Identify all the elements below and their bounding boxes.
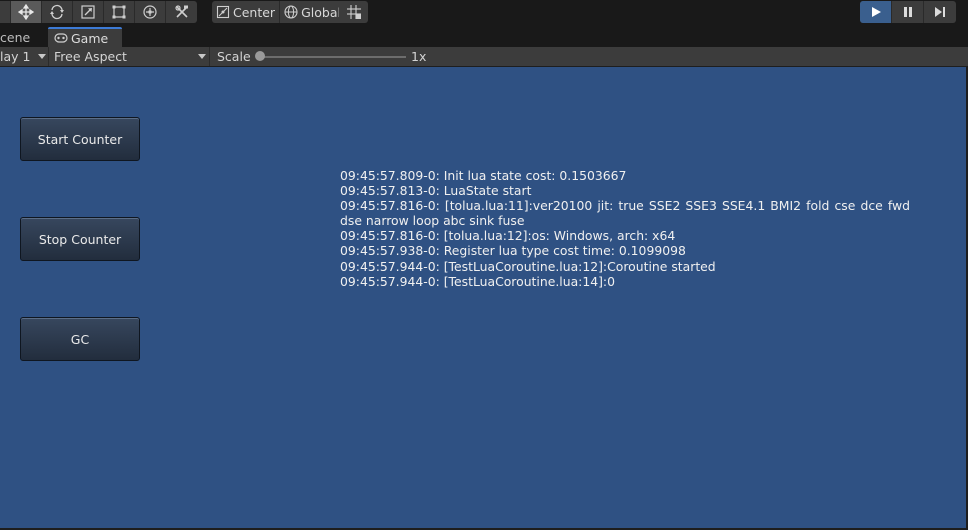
rotate-tool-button[interactable] bbox=[42, 1, 73, 23]
start-counter-button[interactable]: Start Counter bbox=[20, 117, 140, 161]
tool-group bbox=[0, 1, 197, 23]
scale-slider-track[interactable] bbox=[258, 56, 406, 58]
pivot-global-toggle[interactable]: Global bbox=[280, 1, 345, 23]
scale-tool-icon bbox=[81, 5, 95, 19]
game-view: Start Counter Stop Counter GC 09:45:57.8… bbox=[0, 67, 966, 528]
game-view-controls: lay 1 Free Aspect Scale 1x bbox=[0, 47, 968, 66]
transform-tool-icon bbox=[143, 5, 157, 19]
aspect-dropdown[interactable]: Free Aspect bbox=[49, 47, 210, 66]
view-tab-strip: cene Game bbox=[0, 27, 968, 48]
rect-tool-icon bbox=[112, 5, 126, 19]
step-icon bbox=[935, 7, 945, 17]
pivot-center-icon bbox=[216, 5, 230, 19]
display-dropdown[interactable]: lay 1 bbox=[0, 47, 49, 66]
pivot-center-toggle[interactable]: Center bbox=[212, 1, 281, 23]
custom-tool-button[interactable] bbox=[166, 1, 197, 23]
log-line: 09:45:57.816-0: [tolua.lua:12]:os: Windo… bbox=[340, 228, 676, 244]
step-button[interactable] bbox=[924, 1, 956, 23]
pause-button[interactable] bbox=[892, 1, 924, 23]
pivot-global-label: Global bbox=[301, 4, 341, 20]
log-line: 09:45:57.944-0: [TestLuaCoroutine.lua:12… bbox=[340, 258, 716, 274]
pivot-group: Center Global bbox=[212, 1, 345, 23]
globe-icon bbox=[284, 5, 298, 19]
scale-value: 1x bbox=[411, 49, 427, 64]
transform-tool-button[interactable] bbox=[135, 1, 166, 23]
pause-icon bbox=[903, 7, 912, 17]
log-line: 09:45:57.938-0: Register lua type cost t… bbox=[340, 243, 686, 259]
play-icon bbox=[871, 7, 881, 17]
log-line: 09:45:57.816-0: [tolua.lua:11]:ver20100 … bbox=[340, 198, 910, 229]
log-line: 09:45:57.809-0: Init lua state cost: 0.1… bbox=[340, 168, 627, 183]
tab-scene-label: cene bbox=[0, 29, 31, 45]
log-line: 09:45:57.944-0: [TestLuaCoroutine.lua:14… bbox=[340, 273, 615, 289]
pivot-center-label: Center bbox=[233, 4, 276, 20]
console-log: 09:45:57.809-0: Init lua state cost: 0.1… bbox=[340, 168, 910, 289]
grid-snap-button[interactable] bbox=[339, 1, 368, 23]
display-label: lay 1 bbox=[0, 49, 31, 64]
chevron-down-icon bbox=[38, 54, 46, 59]
play-button[interactable] bbox=[860, 1, 892, 23]
scale-tool-button[interactable] bbox=[73, 1, 104, 23]
tab-game-label: Game bbox=[71, 30, 109, 46]
gamepad-icon bbox=[54, 33, 68, 43]
playmode-group bbox=[860, 1, 956, 23]
rotate-tool-icon bbox=[50, 4, 64, 20]
tab-game[interactable]: Game bbox=[48, 27, 122, 47]
main-toolbar: Center Global bbox=[0, 0, 968, 27]
grid-snap-icon bbox=[346, 5, 361, 19]
gc-button[interactable]: GC bbox=[20, 317, 140, 361]
log-line: 09:45:57.813-0: LuaState start bbox=[340, 183, 532, 199]
rect-tool-button[interactable] bbox=[104, 1, 135, 23]
chevron-down-icon bbox=[198, 54, 206, 59]
aspect-label: Free Aspect bbox=[54, 49, 127, 64]
tab-scene[interactable]: cene bbox=[0, 27, 46, 47]
custom-tool-icon bbox=[174, 5, 188, 18]
scale-label: Scale bbox=[217, 49, 251, 64]
hand-tool-icon bbox=[0, 4, 3, 20]
scale-slider-handle[interactable] bbox=[255, 51, 265, 61]
hand-tool-button[interactable] bbox=[0, 1, 11, 23]
stop-counter-button[interactable]: Stop Counter bbox=[20, 217, 140, 261]
move-tool-icon bbox=[18, 4, 34, 20]
move-tool-button[interactable] bbox=[11, 1, 42, 23]
